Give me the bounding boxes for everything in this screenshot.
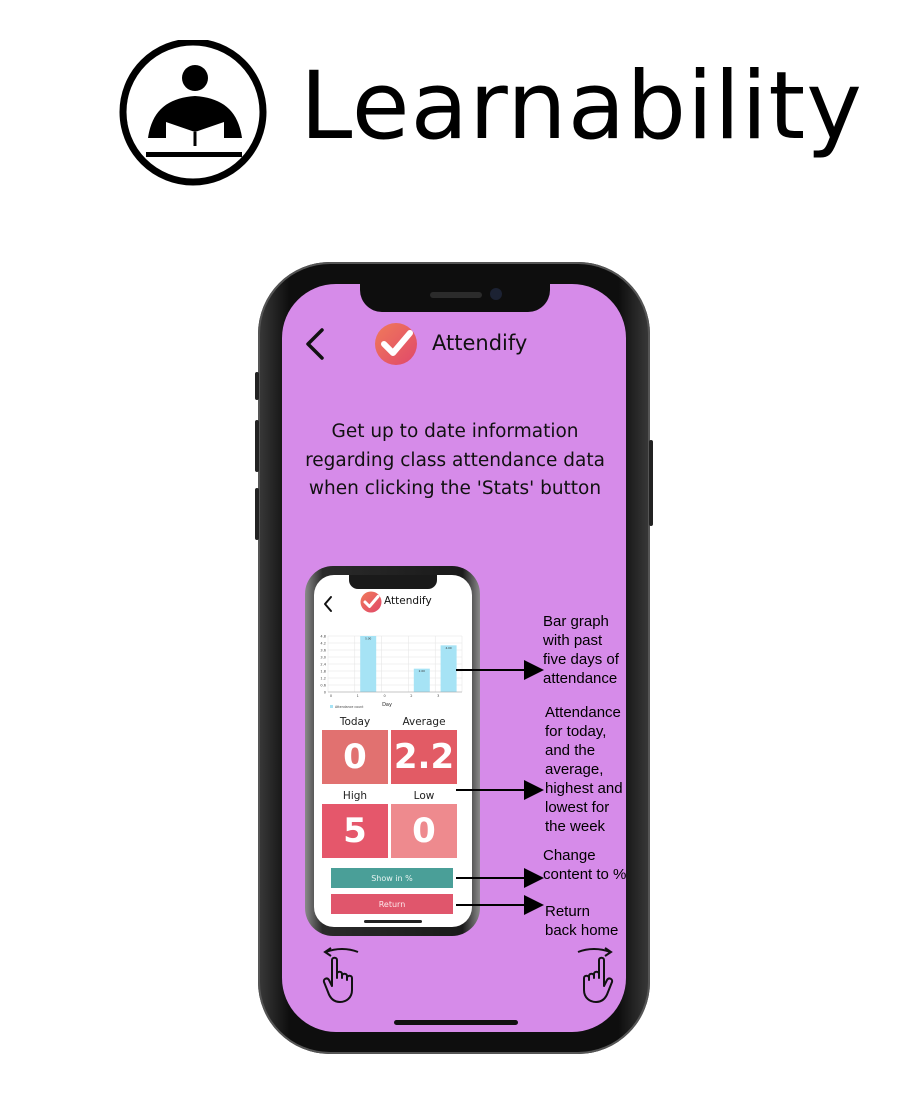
annotation-change: Change content to % bbox=[543, 847, 627, 883]
swipe-left-hand-icon bbox=[322, 947, 359, 1003]
annotation-stats: Attendance for today, and the average, hig… bbox=[545, 704, 623, 835]
annotation-bar-graph: Bar graph with past five days of attendanc… bbox=[543, 613, 619, 687]
annotation-arrows bbox=[456, 660, 544, 915]
swipe-right-hand-icon bbox=[577, 947, 614, 1003]
home-indicator bbox=[394, 1020, 518, 1025]
annotation-return: Return back home bbox=[545, 903, 619, 939]
